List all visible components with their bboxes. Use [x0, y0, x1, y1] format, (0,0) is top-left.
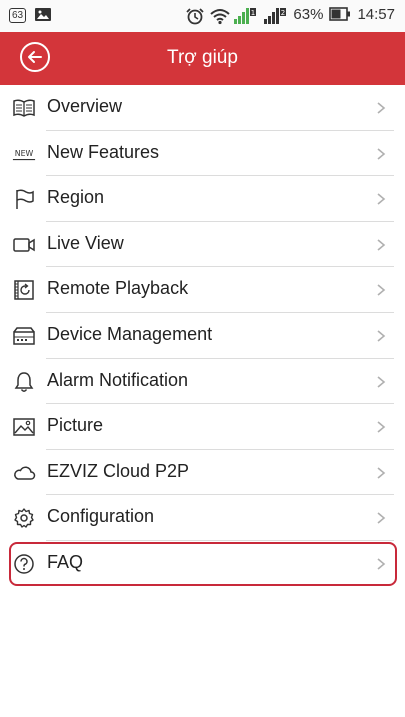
battery-percent: 63% — [293, 6, 324, 23]
menu-item-label: Overview — [47, 96, 123, 116]
menu-item-label: Configuration — [47, 506, 155, 527]
chevron-right-icon — [374, 282, 388, 298]
svg-text:1: 1 — [251, 9, 255, 17]
chevron-right-icon — [374, 419, 388, 435]
menu-item-label: EZVIZ Cloud P2P — [47, 460, 190, 481]
menu-item-live-view[interactable]: Live View — [0, 222, 405, 268]
menu-item-label: Remote Playback — [47, 278, 189, 299]
flag-icon — [12, 188, 36, 210]
playback-icon — [12, 279, 36, 301]
menu-item-picture[interactable]: Picture — [0, 404, 405, 450]
battery-icon — [329, 6, 351, 23]
menu-item-new-features[interactable]: NEW New Features — [0, 131, 405, 177]
app-header: Trợ giúp — [0, 32, 405, 85]
menu-item-region[interactable]: Region — [0, 176, 405, 222]
menu-item-label: Region — [47, 187, 105, 208]
chevron-right-icon — [374, 465, 388, 481]
menu-item-label: Live View — [47, 232, 124, 253]
menu-item-remote-playback[interactable]: Remote Playback — [0, 267, 405, 313]
status-bar: 63 1 2 63% 14:57 — [0, 0, 405, 32]
book-icon — [12, 97, 36, 119]
menu-item-label: FAQ — [47, 551, 84, 572]
chevron-right-icon — [374, 556, 388, 572]
menu-item-alarm-notification[interactable]: Alarm Notification — [0, 359, 405, 405]
menu-item-label: New Features — [47, 141, 160, 162]
svg-text:NEW: NEW — [15, 148, 34, 157]
menu-item-label: Device Management — [47, 323, 213, 344]
bell-icon — [12, 371, 36, 393]
menu-item-ezviz-cloud[interactable]: EZVIZ Cloud P2P — [0, 450, 405, 496]
svg-text:2: 2 — [281, 9, 285, 17]
sim2-signal-icon: 2 — [263, 7, 287, 24]
page-title: Trợ giúp — [167, 47, 238, 68]
help-menu-list: Overview NEW New Features Region Live Vi… — [0, 85, 405, 587]
menu-item-overview[interactable]: Overview — [0, 85, 405, 131]
chevron-right-icon — [374, 237, 388, 253]
chevron-right-icon — [374, 146, 388, 162]
gear-icon — [12, 507, 36, 529]
picture-icon — [12, 416, 36, 438]
chevron-right-icon — [374, 374, 388, 390]
cloud-icon — [12, 462, 36, 484]
menu-item-label: Alarm Notification — [47, 369, 189, 390]
sim1-signal-icon: 1 — [233, 7, 257, 24]
clock-time: 14:57 — [357, 6, 395, 23]
image-notification-icon — [34, 7, 52, 23]
chevron-right-icon — [374, 100, 388, 116]
device-icon — [12, 325, 36, 347]
chevron-right-icon — [374, 191, 388, 207]
chevron-right-icon — [374, 510, 388, 526]
chevron-right-icon — [374, 328, 388, 344]
menu-item-configuration[interactable]: Configuration — [0, 495, 405, 541]
notification-count-badge: 63 — [9, 7, 27, 23]
menu-item-device-management[interactable]: Device Management — [0, 313, 405, 359]
question-icon — [12, 553, 36, 575]
menu-item-label: Picture — [47, 415, 104, 436]
menu-item-faq[interactable]: FAQ — [0, 541, 405, 587]
new-badge-icon: NEW — [12, 143, 36, 165]
wifi-icon — [209, 7, 231, 24]
alarm-clock-icon — [185, 7, 205, 24]
video-camera-icon — [12, 234, 36, 256]
